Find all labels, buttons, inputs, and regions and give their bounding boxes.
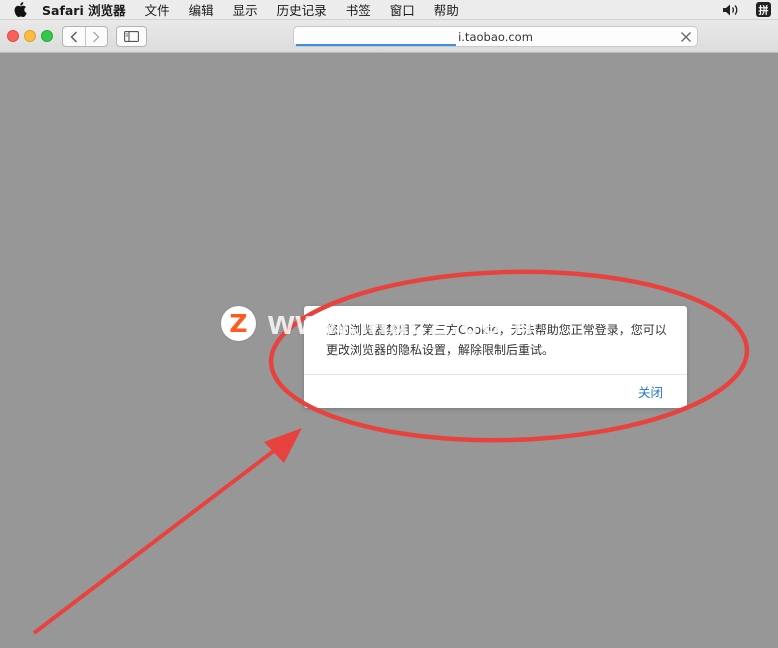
dialog-divider — [304, 374, 687, 375]
menu-view[interactable]: 显示 — [233, 0, 258, 19]
menu-history[interactable]: 历史记录 — [277, 0, 327, 19]
menu-file[interactable]: 文件 — [145, 0, 170, 19]
pointer-arrow-shaft — [32, 438, 290, 635]
chevron-right-icon — [93, 31, 100, 42]
back-button[interactable] — [63, 27, 85, 46]
watermark: Z www.MacZ.com — [221, 303, 534, 343]
input-method-icon[interactable]: 拼 — [756, 2, 771, 17]
close-window-button[interactable] — [7, 30, 19, 42]
chevron-left-icon — [70, 31, 77, 42]
menu-window[interactable]: 窗口 — [390, 0, 415, 19]
zoom-window-button[interactable] — [41, 30, 53, 42]
forward-button[interactable] — [84, 27, 108, 46]
menu-edit[interactable]: 编辑 — [189, 0, 214, 19]
status-area: 拼 — [723, 0, 778, 20]
page-load-progress — [296, 44, 456, 46]
pointer-arrow-head — [264, 428, 302, 463]
dialog-close-button[interactable]: 关闭 — [638, 382, 663, 401]
menu-help[interactable]: 帮助 — [434, 0, 459, 19]
menu-bookmarks[interactable]: 书签 — [346, 0, 371, 19]
volume-icon[interactable] — [723, 4, 740, 16]
watermark-text: www.MacZ.com — [268, 303, 534, 342]
sidebar-toggle-button[interactable] — [116, 26, 147, 47]
menu-app-safari[interactable]: Safari 浏览器 — [42, 0, 126, 19]
watermark-logo-letter: Z — [229, 308, 248, 338]
minimize-window-button[interactable] — [24, 30, 36, 42]
apple-logo-icon[interactable] — [13, 2, 27, 17]
address-bar[interactable]: i.taobao.com — [293, 26, 698, 47]
stop-loading-icon[interactable] — [680, 31, 692, 43]
browser-toolbar: i.taobao.com — [0, 20, 778, 53]
menu-bar: Safari 浏览器 文件 编辑 显示 历史记录 书签 窗口 帮助 拼 — [0, 0, 778, 20]
sidebar-icon — [124, 31, 139, 42]
watermark-logo-icon: Z — [221, 305, 256, 341]
address-text: i.taobao.com — [458, 30, 533, 44]
navigation-buttons — [62, 26, 108, 47]
